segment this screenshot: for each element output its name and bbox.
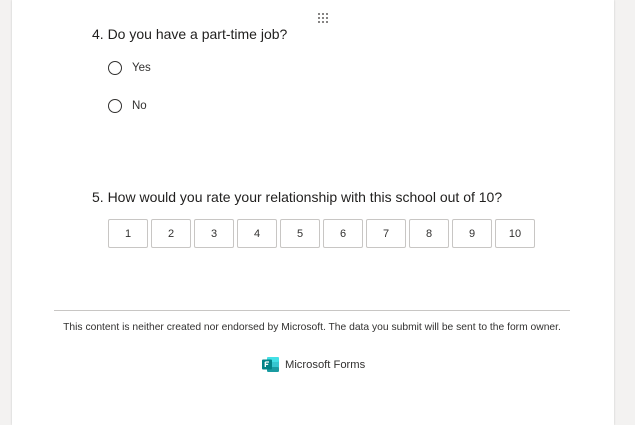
rating-option-7[interactable]: 7 (366, 219, 406, 248)
drag-handle-icon[interactable] (318, 13, 330, 23)
microsoft-forms-icon (262, 357, 279, 372)
rating-option-2[interactable]: 2 (151, 219, 191, 248)
radio-button-yes[interactable] (108, 61, 122, 75)
rating-option-6[interactable]: 6 (323, 219, 363, 248)
footer-divider (54, 310, 570, 311)
radio-option-yes[interactable]: Yes (108, 58, 151, 78)
microsoft-forms-brand: Microsoft Forms (262, 357, 365, 372)
rating-option-8[interactable]: 8 (409, 219, 449, 248)
rating-option-1[interactable]: 1 (108, 219, 148, 248)
question-4-title: 4. Do you have a part-time job? (92, 26, 288, 42)
microsoft-forms-label: Microsoft Forms (285, 358, 366, 371)
rating-option-10[interactable]: 10 (495, 219, 535, 248)
radio-label-no: No (132, 100, 147, 112)
rating-option-4[interactable]: 4 (237, 219, 277, 248)
rating-option-3[interactable]: 3 (194, 219, 234, 248)
question-5-title: 5. How would you rate your relationship … (92, 189, 503, 205)
rating-scale: 1 2 3 4 5 6 7 8 9 10 (108, 219, 535, 248)
radio-option-no[interactable]: No (108, 96, 147, 116)
rating-option-9[interactable]: 9 (452, 219, 492, 248)
radio-button-no[interactable] (108, 99, 122, 113)
rating-option-5[interactable]: 5 (280, 219, 320, 248)
footer-disclaimer: This content is neither created nor endo… (63, 322, 561, 333)
radio-label-yes: Yes (132, 62, 151, 74)
